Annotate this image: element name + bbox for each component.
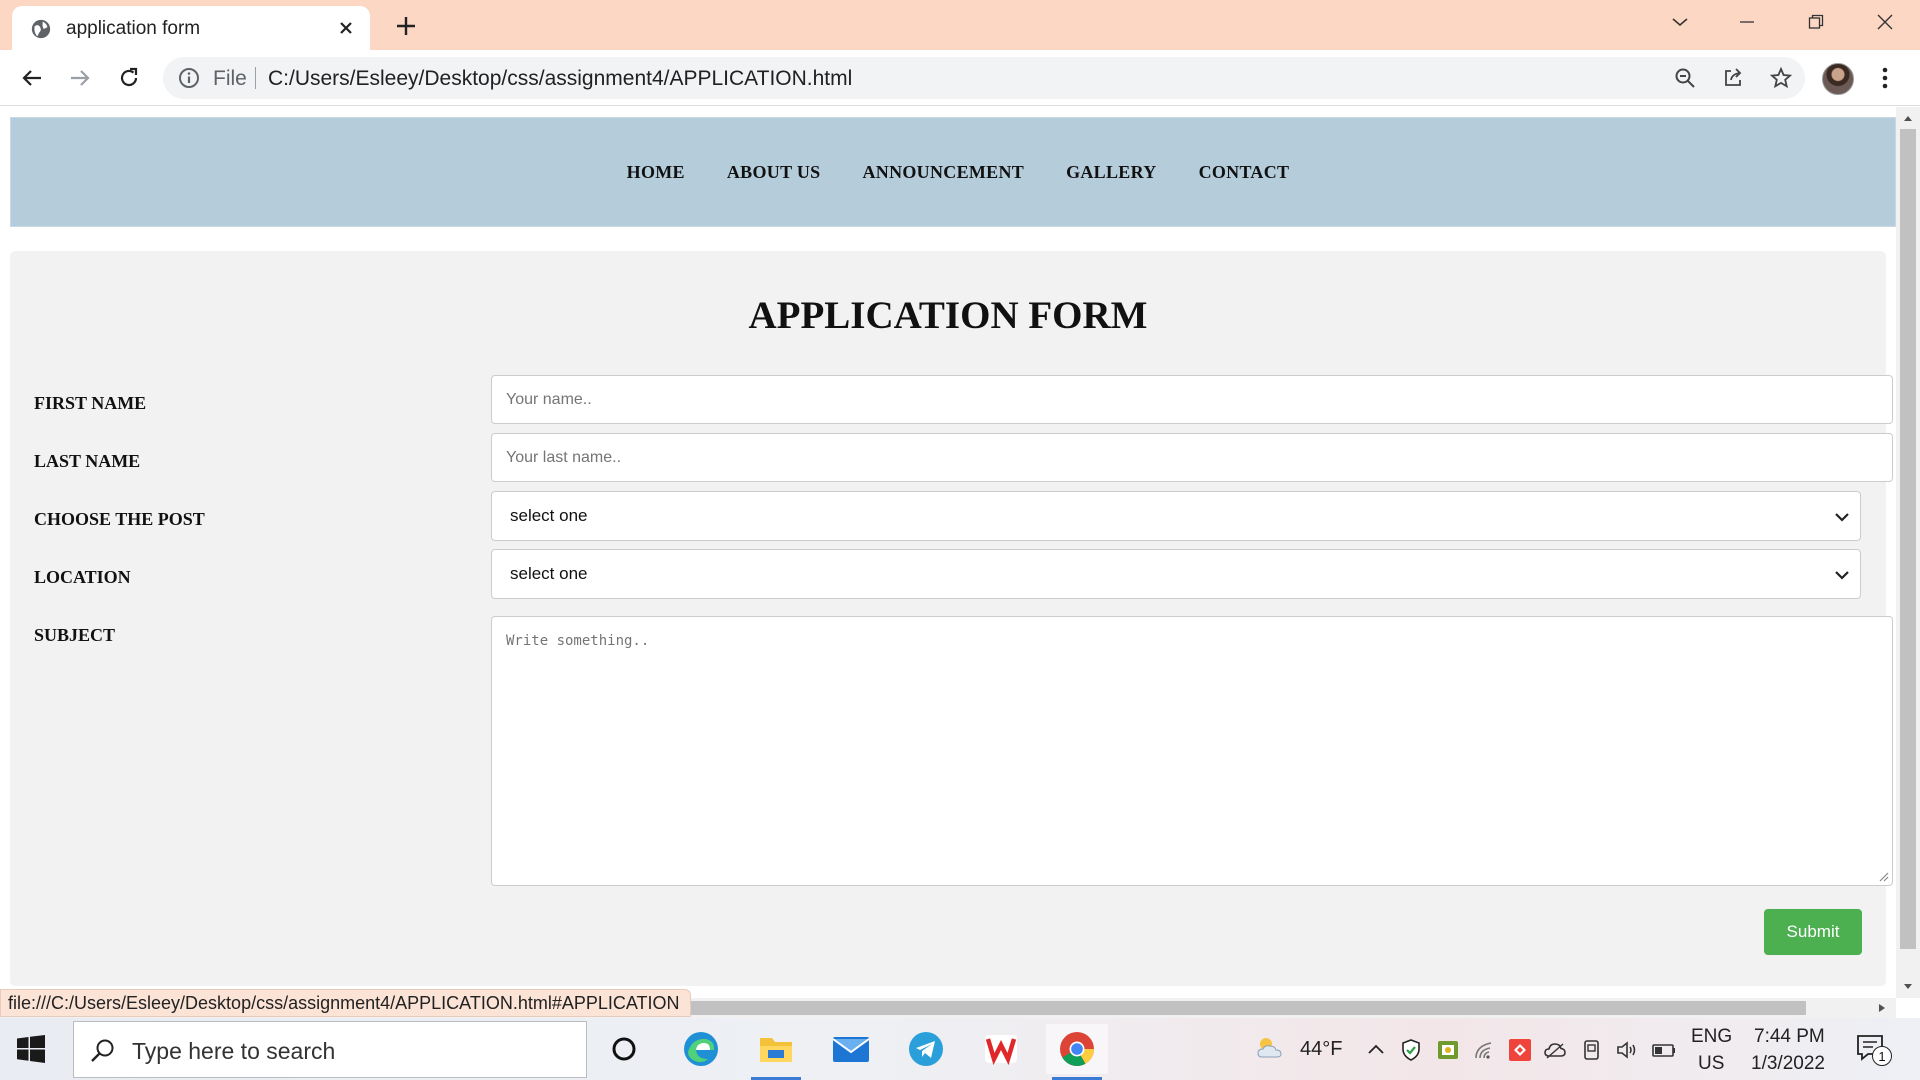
reload-icon[interactable]: [111, 60, 147, 96]
search-icon: [91, 1039, 114, 1062]
clock-time[interactable]: 7:44 PM: [1754, 1026, 1825, 1048]
post-select[interactable]: select one: [491, 491, 1861, 541]
nav-link-announcement[interactable]: ANNOUNCEMENT: [862, 162, 1024, 183]
anydesk-icon[interactable]: [1508, 1038, 1532, 1062]
first-name-label: FIRST NAME: [34, 393, 147, 413]
notification-count-badge: 1: [1872, 1046, 1892, 1066]
location-select[interactable]: select one: [491, 549, 1861, 599]
scroll-down-arrow-icon[interactable]: [1900, 979, 1916, 995]
cortana-icon[interactable]: [593, 1024, 655, 1074]
wps-office-icon[interactable]: [970, 1024, 1032, 1074]
more-menu-icon[interactable]: [1870, 62, 1900, 94]
browser-tab[interactable]: application form: [12, 6, 370, 50]
form-title: APPLICATION FORM: [748, 294, 1148, 337]
globe-icon: [31, 19, 51, 39]
back-arrow-icon[interactable]: [14, 60, 50, 96]
nav-link-contact[interactable]: CONTACT: [1199, 162, 1290, 183]
battery-icon[interactable]: [1652, 1038, 1676, 1062]
chevron-up-icon[interactable]: [1364, 1038, 1388, 1062]
nav-link-about-us[interactable]: ABOUT US: [727, 162, 821, 183]
minimize-icon[interactable]: [1727, 6, 1767, 38]
security-center-icon[interactable]: [1436, 1038, 1460, 1062]
language-primary[interactable]: ENG: [1691, 1026, 1732, 1048]
taskbar-search-box[interactable]: Type here to search: [73, 1021, 587, 1078]
tab-search-chevron-icon[interactable]: [1660, 6, 1700, 38]
restore-icon[interactable]: [1796, 6, 1836, 38]
clock-date[interactable]: 1/3/2022: [1751, 1053, 1825, 1075]
meet-now-icon[interactable]: [1580, 1038, 1604, 1062]
first-name-input[interactable]: Your name..: [491, 375, 1893, 424]
browser-tabstrip: application form: [0, 0, 1920, 50]
chevron-down-icon: [1835, 513, 1849, 522]
status-link-preview: file:///C:/Users/Esleey/Desktop/css/assi…: [0, 989, 691, 1017]
weather-partly-sunny-icon[interactable]: [1254, 1033, 1286, 1063]
profile-avatar[interactable]: [1822, 63, 1854, 95]
close-tab-icon[interactable]: [332, 14, 360, 42]
location-label: LOCATION: [34, 567, 131, 587]
chrome-icon[interactable]: [1046, 1024, 1108, 1080]
subject-placeholder: Write something..: [506, 633, 650, 649]
page-viewport: HOME ABOUT US ANNOUNCEMENT GALLERY CONTA…: [0, 107, 1896, 998]
nav-links: HOME ABOUT US ANNOUNCEMENT GALLERY CONTA…: [11, 118, 1895, 226]
subject-label: SUBJECT: [34, 625, 116, 645]
language-region[interactable]: US: [1698, 1053, 1724, 1075]
taskbar-search-placeholder: Type here to search: [132, 1038, 336, 1064]
last-name-input[interactable]: Your last name..: [491, 433, 1893, 482]
wifi-icon[interactable]: [1473, 1038, 1497, 1062]
new-tab-icon[interactable]: [390, 10, 422, 42]
windows-taskbar: Type here to search 44°F ENG US 7:44 PM …: [0, 1018, 1920, 1080]
subject-textarea[interactable]: Write something..: [491, 616, 1893, 886]
post-label: CHOOSE THE POST: [34, 509, 205, 529]
chevron-down-icon: [1835, 571, 1849, 580]
tab-title: application form: [66, 18, 201, 39]
submit-button[interactable]: Submit: [1764, 909, 1862, 955]
vertical-scroll-thumb[interactable]: [1900, 129, 1916, 949]
forward-arrow-icon[interactable]: [62, 60, 98, 96]
bookmark-star-icon[interactable]: [1769, 66, 1793, 90]
edge-icon[interactable]: [670, 1024, 732, 1074]
last-name-label: LAST NAME: [34, 451, 141, 471]
browser-toolbar: File C:/Users/Esleey/Desktop/css/assignm…: [0, 50, 1920, 106]
site-navbar: HOME ABOUT US ANNOUNCEMENT GALLERY CONTA…: [10, 117, 1896, 227]
telegram-icon[interactable]: [895, 1024, 957, 1074]
share-icon[interactable]: [1721, 66, 1745, 90]
application-form: APPLICATION FORM FIRST NAME Your name.. …: [10, 251, 1893, 986]
mail-icon[interactable]: [820, 1024, 882, 1074]
onedrive-cloud-icon[interactable]: [1543, 1038, 1567, 1062]
close-window-icon[interactable]: [1865, 6, 1905, 38]
resize-grip-icon[interactable]: [1877, 870, 1889, 882]
nav-link-home[interactable]: HOME: [627, 162, 685, 183]
omnibox-scheme-label: File: [213, 67, 247, 90]
address-bar[interactable]: File C:/Users/Esleey/Desktop/css/assignm…: [163, 57, 1805, 99]
vertical-scrollbar[interactable]: [1896, 107, 1920, 998]
shield-icon[interactable]: [1399, 1038, 1423, 1062]
scroll-right-arrow-icon[interactable]: [1874, 1000, 1890, 1016]
nav-link-gallery[interactable]: GALLERY: [1066, 162, 1156, 183]
windows-start-icon[interactable]: [16, 1034, 46, 1064]
info-icon[interactable]: [177, 66, 201, 90]
location-selected-value: select one: [510, 564, 588, 583]
omnibox-separator: [255, 67, 256, 89]
speaker-volume-icon[interactable]: [1615, 1038, 1639, 1062]
file-explorer-icon[interactable]: [745, 1024, 807, 1080]
zoom-icon[interactable]: [1673, 66, 1697, 90]
scroll-up-arrow-icon[interactable]: [1900, 110, 1916, 126]
weather-temperature[interactable]: 44°F: [1300, 1038, 1342, 1061]
url-text[interactable]: C:/Users/Esleey/Desktop/css/assignment4/…: [268, 67, 852, 91]
post-selected-value: select one: [510, 506, 588, 525]
notification-center-icon[interactable]: 1: [1854, 1032, 1894, 1068]
